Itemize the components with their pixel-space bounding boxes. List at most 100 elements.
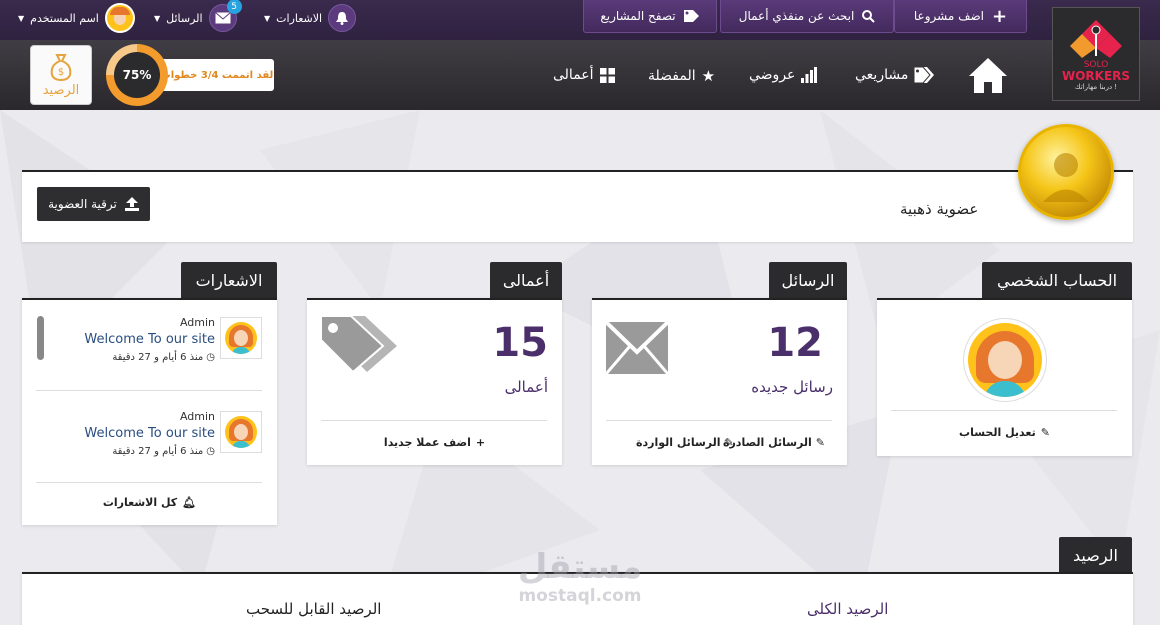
progress-ring: 75% (106, 44, 168, 106)
notification-item[interactable]: Admin Welcome To our site منذ 6 أيام و 2… (22, 408, 277, 468)
add-work-label: اضف عملا جديدا (383, 436, 471, 449)
notification-message: Welcome To our site (84, 426, 215, 441)
tags-icon (321, 316, 397, 372)
search-freelancers-label: ابحث عن منفذي أعمال (738, 9, 855, 23)
plus-icon: + (992, 5, 1008, 27)
avatar-face-icon (968, 323, 1042, 397)
logo-text-solo: SOLO (1083, 59, 1109, 70)
messages-card: 12 رسائل جديده الرسائل الصادرة ✎ الرسائل… (592, 298, 847, 465)
tab-messages: الرسائل (769, 262, 847, 298)
avatar-face-icon (225, 322, 257, 354)
notification-time: منذ 6 أيام و 27 دقيقة ◷ (112, 446, 215, 457)
tags-icon (683, 10, 699, 22)
site-logo[interactable]: SOLO WORKERS دربنا مهاراتك ! (1052, 7, 1140, 101)
avatar-face-icon (225, 416, 257, 448)
notification-avatar (220, 411, 262, 453)
edit-icon: ✎ (1040, 426, 1050, 439)
user-avatar (104, 3, 135, 33)
messages-menu-label: الرسائل (166, 11, 203, 25)
notification-time-label: منذ 6 أيام و 27 دقيقة (112, 446, 204, 457)
balance-button[interactable]: $ الرصيد (30, 45, 92, 105)
home-icon[interactable] (968, 56, 1008, 98)
add-work-link[interactable]: اضف عملا جديدا + (307, 436, 562, 449)
messages-menu[interactable]: ▼ الرسائل 5 (154, 0, 242, 36)
chevron-down-icon: ▼ (154, 13, 161, 23)
logo-text-workers: WORKERS (1061, 68, 1131, 83)
clock-icon: ◷ (206, 352, 215, 363)
edit-account-link[interactable]: تعديل الحساب ✎ (877, 426, 1132, 439)
nav-projects[interactable]: مشاريعي (855, 67, 936, 83)
search-icon (862, 9, 875, 23)
browse-projects-label: تصفح المشاريع (600, 9, 676, 23)
tags-icon (914, 67, 935, 83)
tab-balance: الرصيد (1059, 537, 1132, 573)
envelope-icon: 5 (208, 0, 242, 32)
incoming-messages-label: الرسائل الواردة (636, 436, 721, 449)
clock-icon: ◷ (206, 446, 215, 457)
browse-projects-button[interactable]: تصفح المشاريع (583, 0, 717, 33)
messages-new-label: رسائل جديده (751, 378, 833, 396)
tab-profile: الحساب الشخصي (982, 262, 1132, 298)
nav-offers-label: عروضي (749, 67, 796, 83)
outgoing-messages-label: الرسائل الصادرة (722, 436, 812, 449)
works-card: 15 أعمالى اضف عملا جديدا + (307, 298, 562, 465)
nav-works-label: أعمالى (553, 67, 594, 83)
notifications-menu[interactable]: ▼ الاشعارات (264, 0, 357, 36)
balance-panel: الرصيد الكلى الرصيد القابل للسحب (22, 572, 1133, 625)
membership-title: عضوية ذهبية (900, 200, 979, 218)
outgoing-messages-link[interactable]: الرسائل الصادرة ✎ (723, 436, 825, 449)
nav-favorites-label: المفضلة (648, 68, 696, 84)
envelope-icon (606, 322, 668, 374)
total-balance-label: الرصيد الكلى (807, 600, 889, 618)
edit-icon: ✎ (815, 436, 825, 449)
notification-sender: Admin (179, 316, 215, 329)
upload-icon (124, 197, 139, 211)
search-freelancers-button[interactable]: ابحث عن منفذي أعمال (720, 0, 894, 33)
balance-button-label: الرصيد (42, 82, 80, 98)
nav-works[interactable]: أعمالى (553, 67, 615, 83)
progress-percent: 75% (114, 52, 160, 98)
edit-icon: ✎ (724, 436, 734, 449)
add-project-label: اضف مشروعا (913, 9, 985, 23)
notification-item[interactable]: Admin Welcome To our site منذ 6 أيام و 2… (22, 314, 277, 374)
withdrawable-balance-label: الرصيد القابل للسحب (246, 600, 382, 618)
chevron-down-icon: ▼ (18, 13, 25, 23)
chevron-down-icon: ▼ (264, 13, 271, 23)
all-notifications-link[interactable]: كل الاشعارات 🔔︎ (22, 496, 277, 509)
notification-sender: Admin (179, 410, 215, 423)
svg-text:$: $ (58, 67, 64, 78)
profile-avatar (963, 318, 1047, 402)
gold-membership-coin-icon (1018, 124, 1114, 220)
username-label: اسم المستخدم (30, 11, 99, 25)
upgrade-membership-button[interactable]: ترقية العضوية (37, 187, 150, 221)
user-menu[interactable]: ▼ اسم المستخدم (18, 0, 135, 36)
logo-diamond-icon (1070, 19, 1122, 58)
bar-chart-icon (801, 67, 818, 83)
nav-offers[interactable]: عروضي (749, 67, 818, 83)
star-icon: ★ (701, 67, 716, 85)
incoming-messages-link[interactable]: الرسائل الواردة ✎ (636, 436, 734, 449)
notification-message: Welcome To our site (84, 332, 215, 347)
bell-icon (328, 4, 357, 32)
grid-icon (599, 67, 615, 83)
avatar-face-icon (106, 5, 133, 31)
notification-time-label: منذ 6 أيام و 27 دقيقة (112, 352, 204, 363)
edit-account-label: تعديل الحساب (959, 426, 1036, 439)
notification-avatar (220, 317, 262, 359)
tab-works: أعمالى (490, 262, 562, 298)
messages-count: 12 (767, 320, 823, 366)
bell-icon: 🔔︎ (182, 496, 197, 509)
profile-card: تعديل الحساب ✎ (877, 298, 1132, 456)
add-project-button[interactable]: اضف مشروعا + (894, 0, 1027, 33)
nav-favorites[interactable]: المفضلة ★ (648, 67, 715, 85)
messages-count-badge: 5 (226, 0, 242, 14)
logo-tagline: دربنا مهاراتك ! (1074, 82, 1118, 91)
notifications-card: Admin Welcome To our site منذ 6 أيام و 2… (22, 298, 277, 525)
all-notifications-label: كل الاشعارات (102, 496, 178, 509)
nav-projects-label: مشاريعي (855, 67, 909, 83)
works-label: أعمالى (504, 378, 548, 396)
notifications-menu-label: الاشعارات (276, 11, 323, 25)
tab-notifications: الاشعارات (181, 262, 277, 298)
upgrade-membership-label: ترقية العضوية (48, 197, 117, 211)
progress-text: لقد اتممت 3/4 خطوات (160, 59, 274, 91)
